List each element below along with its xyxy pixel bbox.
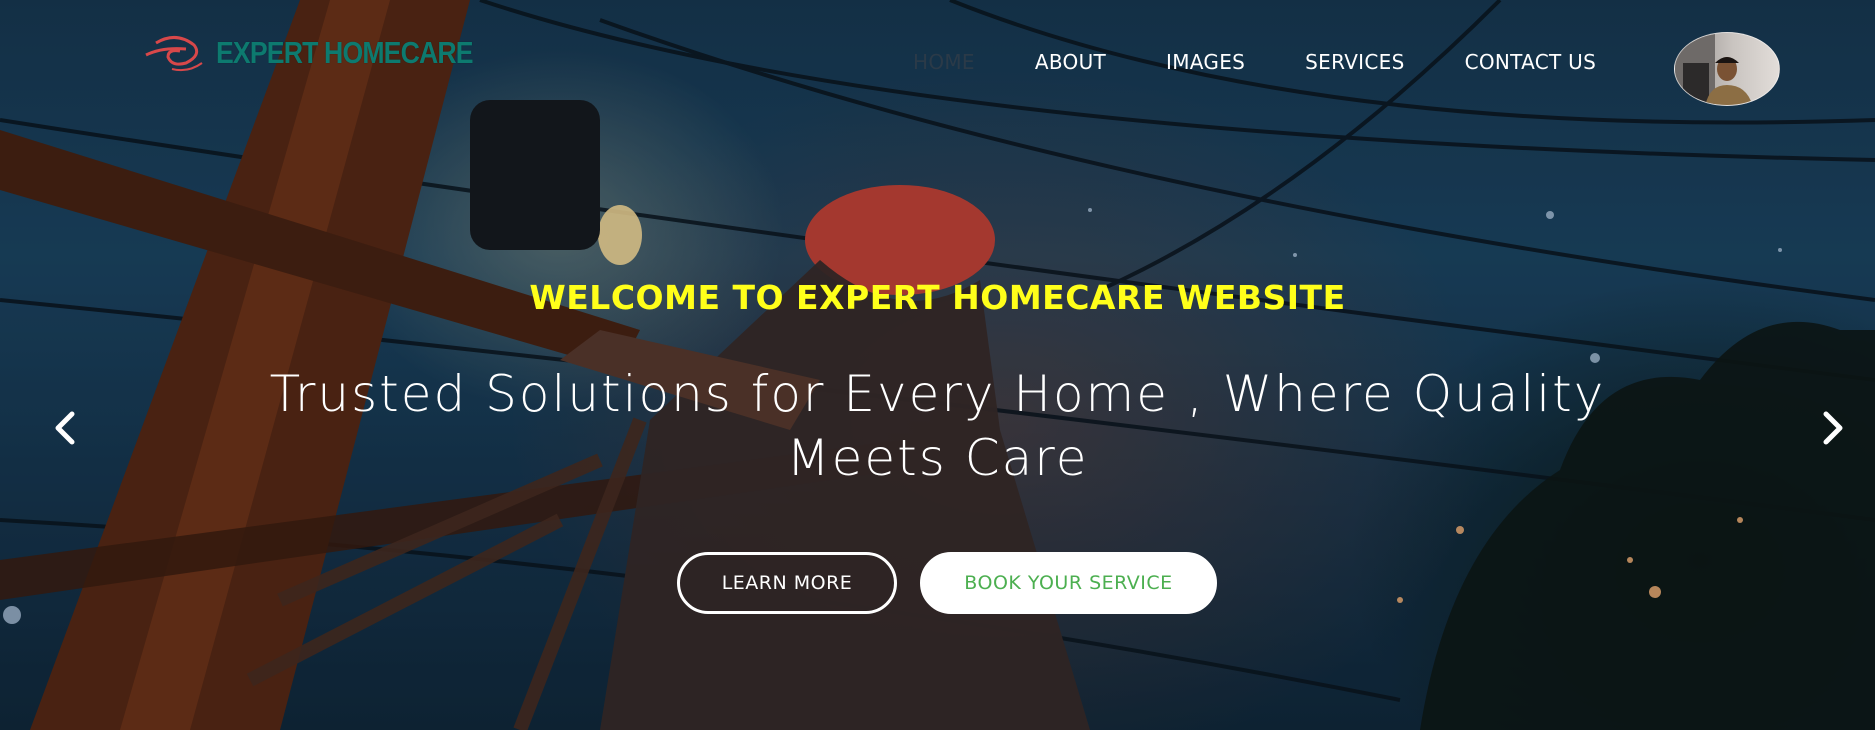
learn-more-button[interactable]: LEARN MORE [677,552,897,614]
nav-item-images[interactable]: IMAGES [1166,50,1245,74]
user-photo [1675,33,1753,105]
nav-item-contact-us[interactable]: CONTACT US [1465,50,1597,74]
chevron-right-icon[interactable] [1812,408,1852,448]
hero-tagline: Trusted Solutions for Every Home , Where… [269,365,1606,487]
hero-carousel: EXPERT HOMECARE HOME ABOUT IMAGES SERVIC… [0,0,1875,730]
brand-logo[interactable]: EXPERT HOMECARE [142,30,514,76]
nav-item-home[interactable]: HOME [913,50,975,74]
main-nav: HOME ABOUT IMAGES SERVICES CONTACT US [913,50,1596,74]
book-service-button[interactable]: BOOK YOUR SERVICE [920,552,1217,614]
chevron-left-icon[interactable] [46,408,86,448]
nav-item-services[interactable]: SERVICES [1305,50,1404,74]
welcome-heading: WELCOME TO EXPERT HOMECARE WEBSITE [529,278,1346,317]
swirl-logo-icon [145,36,203,72]
user-avatar[interactable] [1674,32,1780,106]
brand-name: EXPERT HOMECARE [216,35,474,70]
nav-item-about[interactable]: ABOUT [1035,50,1106,74]
